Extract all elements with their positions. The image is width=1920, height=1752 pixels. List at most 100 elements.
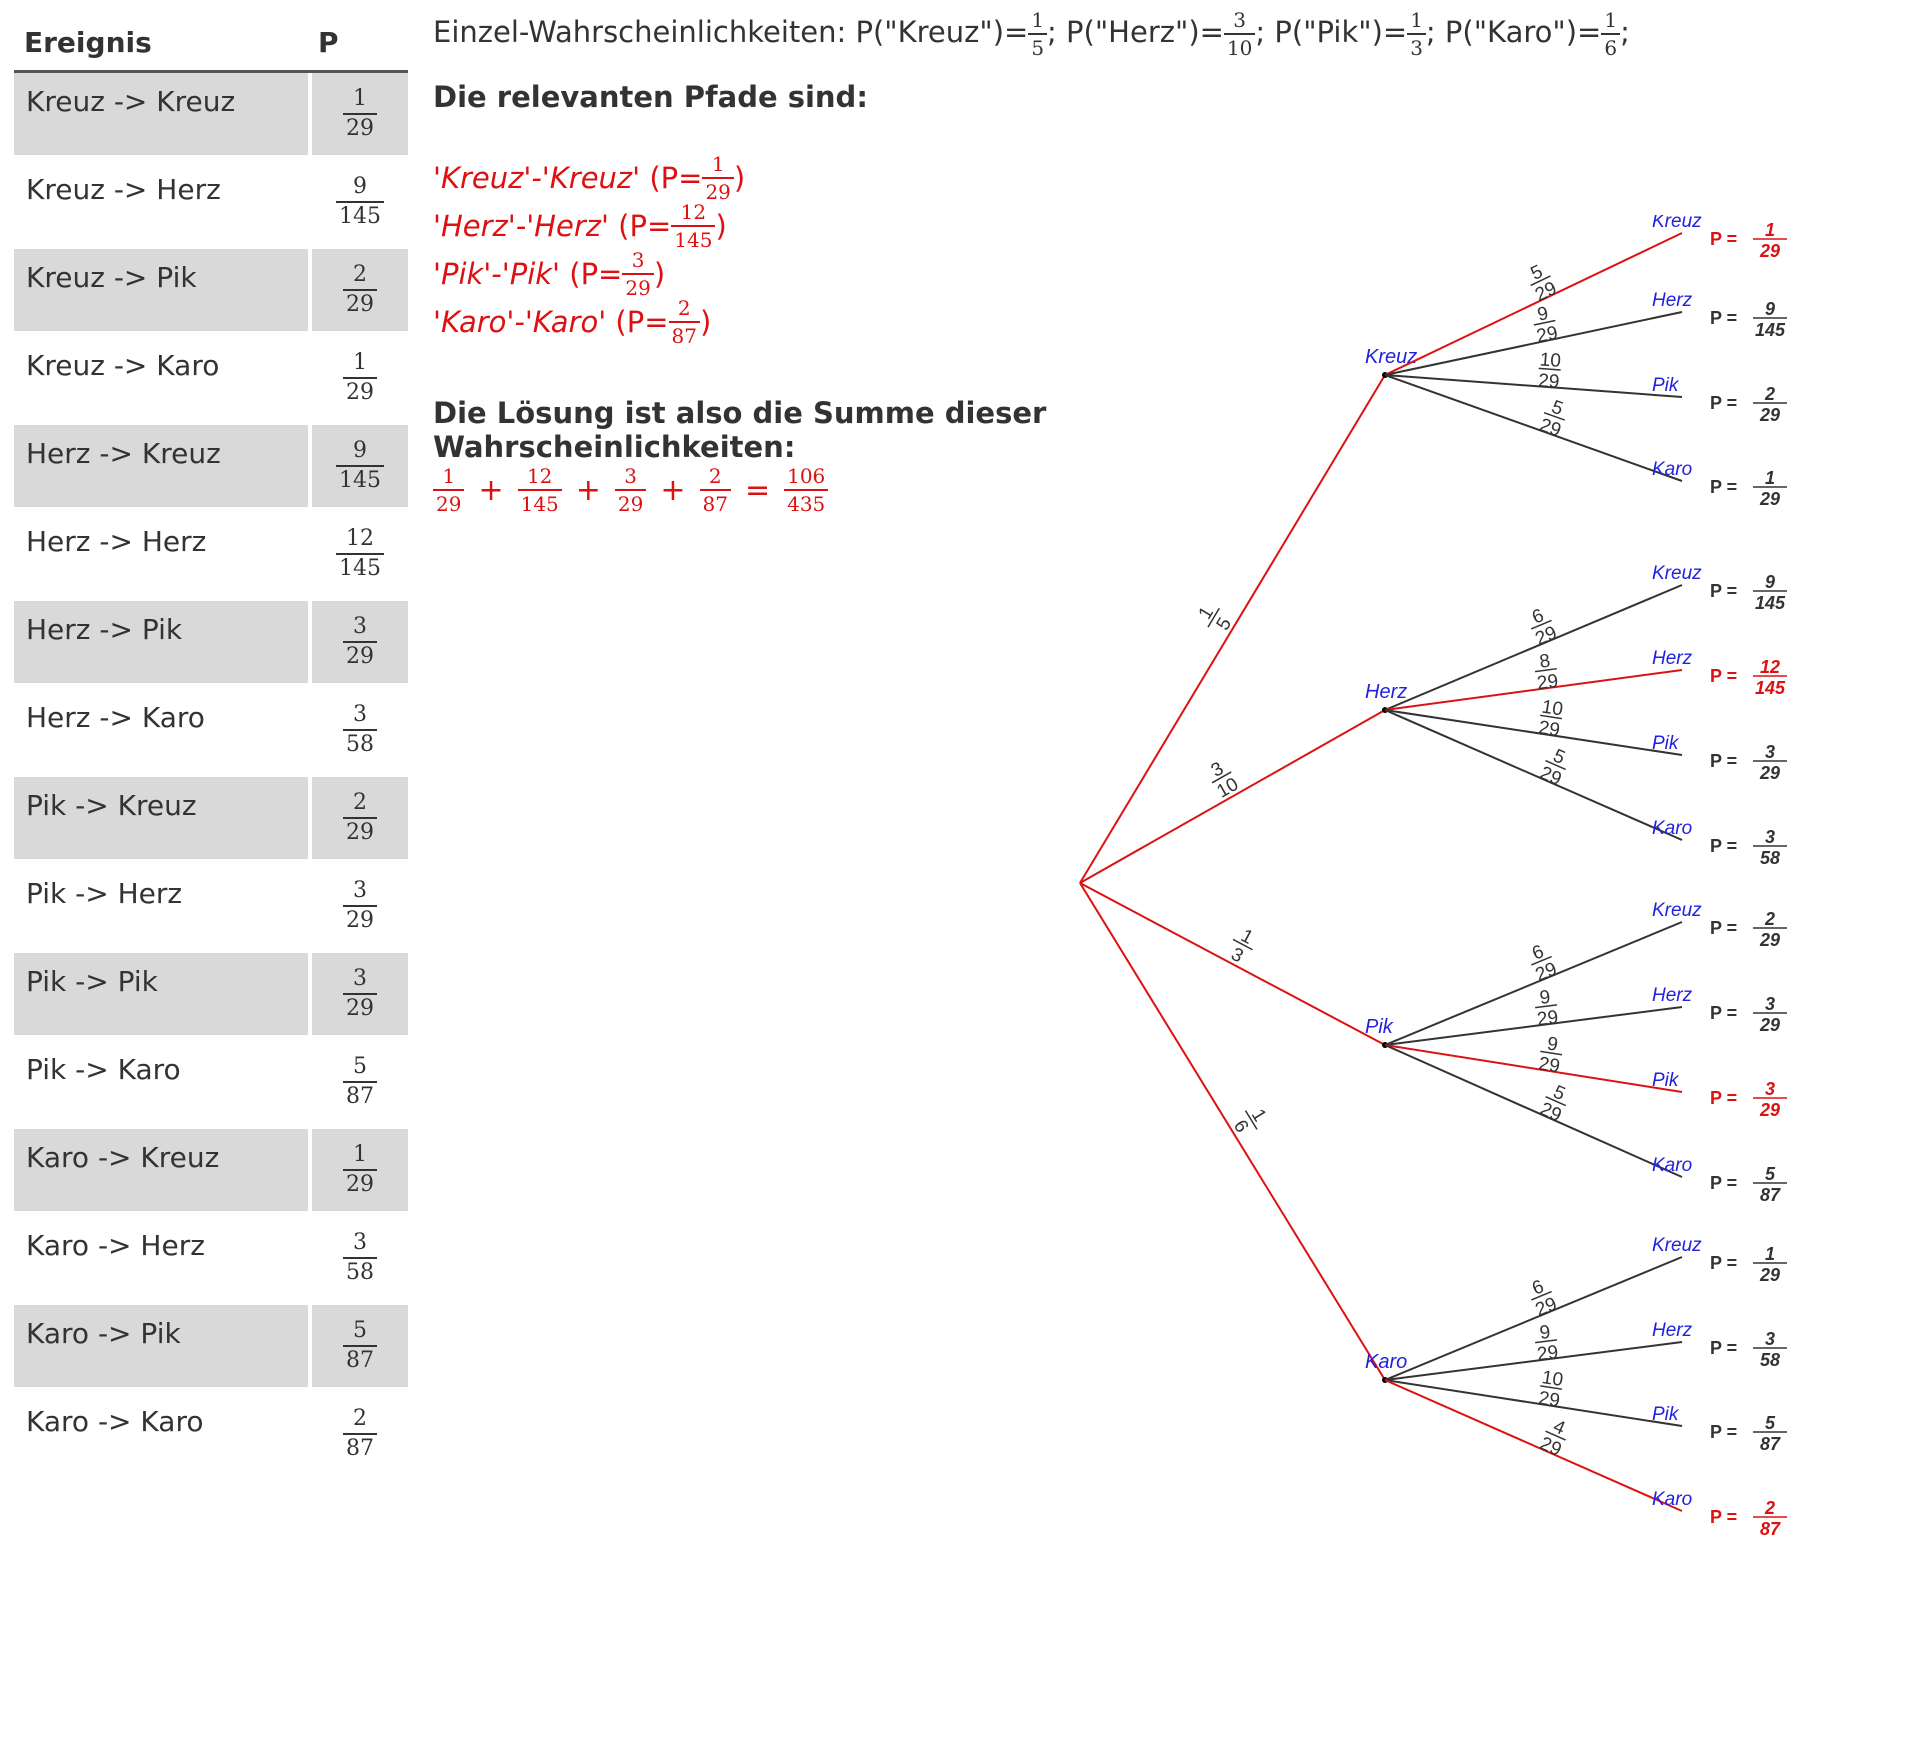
probability-cell: 9 145	[308, 425, 408, 513]
second-stage-probability: 829	[1534, 651, 1559, 694]
probability-fraction: 3 29	[343, 616, 377, 668]
leaf-denominator: 29	[1759, 489, 1780, 509]
leaf-probability: 358	[1753, 827, 1787, 868]
leaf-denominator: 29	[1759, 930, 1780, 950]
event-cell: Kreuz -> Karo	[14, 337, 308, 425]
fraction-numerator: 5	[353, 1054, 367, 1079]
fraction-denominator: 87	[343, 1433, 377, 1460]
leaf-denominator: 29	[1759, 763, 1780, 783]
leaf-numerator: 3	[1765, 1329, 1775, 1349]
first-stage-node-label: Kreuz	[1365, 346, 1417, 368]
leaf-label: Karo	[1652, 459, 1692, 480]
probability-cell: 2 29	[308, 777, 408, 865]
second-stage-probability: 929	[1537, 1033, 1563, 1077]
leaf-denominator: 29	[1759, 241, 1780, 261]
leaf-probability-prefix: P =	[1710, 751, 1737, 771]
table-row: Herz -> Kreuz 9 145	[14, 425, 408, 513]
second-stage-probability: 629	[1529, 605, 1560, 650]
single-probabilities-list: P("Kreuz")= 1 5; P("Herz")= 3 10; P("Pik")= 1…	[855, 10, 1630, 58]
fraction-numerator: 9	[353, 438, 367, 463]
leaf-label: Herz	[1652, 985, 1693, 1006]
table-row: Pik -> Pik 3 29	[14, 953, 408, 1041]
second-stage-branch	[1384, 669, 1683, 711]
fraction-numerator: 3	[631, 248, 645, 272]
path-prob-prefix: (P=	[608, 209, 672, 243]
event-label: Karo -> Kreuz	[26, 1141, 220, 1174]
separator: ;	[1255, 15, 1266, 49]
leaf-denominator: 145	[1755, 320, 1786, 340]
leaf-probability: 129	[1753, 1244, 1787, 1285]
second-stage-branch	[1384, 374, 1683, 398]
table-row: Herz -> Karo 3 58	[14, 689, 408, 777]
probability-tree-diagram: 15Kreuz310Herz13Pik16Karo529KreuzP = 1299…	[1079, 215, 1787, 1539]
probability-fraction: 1 29	[343, 352, 377, 404]
leaf-probability-prefix: P =	[1710, 836, 1737, 856]
fraction-numerator: 9	[353, 174, 367, 199]
leaf-label: Kreuz	[1652, 215, 1702, 232]
leaf-numerator: 3	[1765, 994, 1775, 1014]
first-stage-probability: 16	[1229, 1106, 1270, 1137]
first-stage-probability: 15	[1195, 603, 1236, 634]
second-stage-probability: 529	[1537, 745, 1568, 790]
event-label: Pik -> Karo	[26, 1053, 181, 1086]
leaf-probability: 329	[1753, 742, 1787, 783]
paths-heading: Die relevanten Pfade sind:	[433, 80, 868, 114]
table-row: Kreuz -> Herz 9 145	[14, 161, 408, 249]
leaf-probability-prefix: P =	[1710, 477, 1737, 497]
probability-cell: 3 29	[308, 601, 408, 689]
fraction-denominator: 6	[1601, 33, 1621, 58]
path-prob-suffix: )	[699, 305, 712, 339]
probability-fraction: 2 29	[343, 264, 377, 316]
fraction-denominator: 58	[343, 729, 377, 756]
probability-cell: 2 87	[308, 1393, 408, 1481]
fraction-numerator: 3	[624, 464, 638, 488]
edge-denominator: 29	[1536, 1342, 1560, 1366]
event-cell: Pik -> Karo	[14, 1041, 308, 1129]
leaf-numerator: 9	[1765, 572, 1775, 592]
leaf-label: Karo	[1652, 1489, 1692, 1510]
event-label: Pik -> Pik	[26, 965, 158, 998]
leaf-denominator: 58	[1760, 848, 1780, 868]
leaf-probability-prefix: P =	[1710, 1338, 1737, 1358]
table-header-row: Ereignis P	[14, 8, 408, 73]
probability-cell: 2 29	[308, 249, 408, 337]
fraction-denominator: 29	[622, 273, 654, 298]
second-stage-probability: 529	[1537, 397, 1566, 442]
event-label: Karo -> Herz	[26, 1229, 205, 1262]
probability-cell: 12 145	[308, 513, 408, 601]
second-stage-probability: 629	[1529, 941, 1560, 986]
leaf-denominator: 58	[1760, 1350, 1780, 1370]
probability-cell: 1 29	[308, 337, 408, 425]
fraction-denominator: 145	[517, 489, 562, 514]
header-event: Ereignis	[14, 8, 308, 73]
event-cell: Herz -> Kreuz	[14, 425, 308, 513]
leaf-label: Pik	[1652, 1404, 1680, 1425]
path-probability-fraction: 12 145	[671, 202, 716, 250]
leaf-probability-prefix: P =	[1710, 918, 1737, 938]
second-stage-probability: 629	[1529, 1276, 1560, 1321]
event-cell: Pik -> Herz	[14, 865, 308, 953]
fraction-denominator: 145	[336, 465, 384, 492]
leaf-denominator: 87	[1760, 1434, 1781, 1454]
event-cell: Kreuz -> Pik	[14, 249, 308, 337]
probability-fraction: 9 145	[336, 176, 384, 228]
fraction-numerator: 2	[353, 262, 367, 287]
plus-sign: +	[660, 472, 686, 508]
leaf-probability-prefix: P =	[1710, 1253, 1737, 1273]
fraction-denominator: 145	[336, 553, 384, 580]
fraction-denominator: 29	[433, 489, 465, 514]
event-label: Karo -> Karo	[26, 1405, 204, 1438]
header-p: P	[308, 8, 408, 73]
path-prob-prefix: (P=	[640, 161, 703, 195]
probability-fraction: 2 87	[343, 1408, 377, 1460]
fraction-denominator: 29	[343, 377, 377, 404]
leaf-probability: 229	[1753, 384, 1787, 425]
fraction-numerator: 1	[353, 350, 367, 375]
probability-cell: 3 29	[308, 953, 408, 1041]
leaf-denominator: 29	[1759, 1100, 1780, 1120]
path-name: 'Pik'-'Pik'	[433, 257, 561, 291]
separator: ;	[1620, 15, 1630, 49]
edge-denominator: 29	[1537, 1388, 1561, 1412]
second-stage-branch	[1384, 709, 1683, 756]
event-cell: Herz -> Karo	[14, 689, 308, 777]
